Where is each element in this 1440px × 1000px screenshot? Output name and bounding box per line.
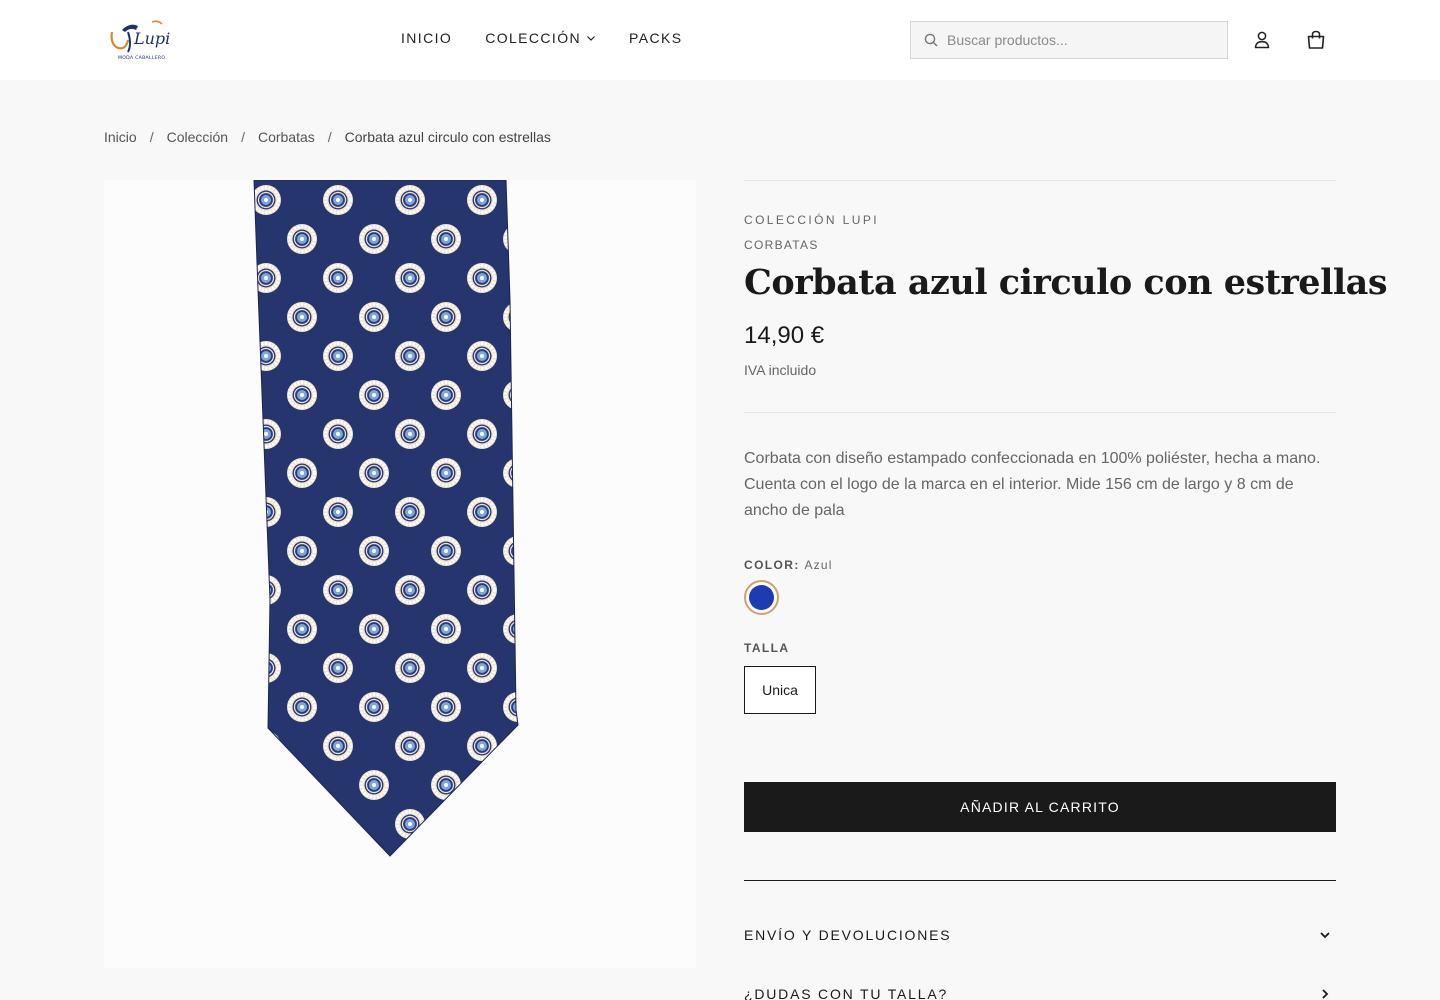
logo-wordmark: Lupi (133, 29, 170, 48)
site-header: Lupi MODA CABALLERO INICIO COLECCIÓN PAC… (0, 0, 1440, 80)
breadcrumb-current: Corbata azul circulo con estrellas (344, 129, 551, 145)
chevron-down-icon (1320, 932, 1330, 939)
product-title: Corbata azul circulo con estrellas (744, 262, 1388, 303)
divider (744, 412, 1336, 413)
accordion-size-help-label: ¿DUDAS CON TU TALLA? (744, 986, 949, 1000)
size-option-unica[interactable]: Unica (744, 666, 816, 714)
product-price: 14,90 € (744, 322, 825, 349)
breadcrumb-separator: / (149, 129, 154, 145)
nav-packs-label: PACKS (629, 30, 683, 46)
nav-inicio[interactable]: INICIO (401, 30, 452, 46)
search-icon[interactable] (923, 32, 939, 48)
size-label: TALLA (744, 641, 790, 655)
nav-coleccion-label: COLECCIÓN (485, 30, 582, 46)
color-label: COLOR: (744, 558, 800, 572)
tax-note: IVA incluido (744, 362, 817, 378)
logo-subtitle: MODA CABALLERO (118, 55, 165, 61)
breadcrumb: Inicio / Colección / Corbatas / Corbata … (104, 129, 551, 145)
breadcrumb-coleccion[interactable]: Colección (167, 129, 228, 145)
color-value: Azul (804, 558, 833, 572)
tie-image (253, 180, 519, 857)
chevron-right-icon (1322, 989, 1329, 999)
color-option-label: COLOR: Azul (744, 558, 833, 572)
main-nav: INICIO COLECCIÓN PACKS (401, 30, 682, 46)
nav-coleccion[interactable]: COLECCIÓN (485, 30, 596, 46)
breadcrumb-separator: / (241, 129, 245, 145)
user-icon[interactable] (1250, 28, 1274, 52)
breadcrumb-inicio[interactable]: Inicio (104, 129, 137, 145)
brand-logo[interactable]: Lupi MODA CABALLERO (108, 18, 170, 62)
nav-packs[interactable]: PACKS (629, 30, 682, 46)
search-box (910, 21, 1228, 59)
search-input[interactable] (947, 32, 1217, 48)
nav-inicio-label: INICIO (401, 30, 453, 46)
divider (744, 880, 1336, 881)
product-description: Corbata con diseño estampado confecciona… (744, 450, 1321, 519)
accordion-shipping[interactable]: ENVÍO Y DEVOLUCIONES (744, 923, 1336, 947)
add-to-cart-button[interactable]: AÑADIR AL CARRITO (744, 782, 1336, 832)
logo-mark: Lupi MODA CABALLERO (110, 20, 170, 61)
breadcrumb-separator: / (327, 129, 332, 145)
color-swatch-azul[interactable] (744, 580, 779, 615)
product-vendor: COLECCIÓN LUPI (744, 213, 879, 227)
divider (744, 180, 1336, 181)
chevron-down-icon (587, 36, 595, 41)
product-image[interactable] (104, 180, 696, 968)
accordion-shipping-label: ENVÍO Y DEVOLUCIONES (744, 927, 952, 943)
swatch-fill (749, 585, 774, 610)
accordion-size-help[interactable]: ¿DUDAS CON TU TALLA? (744, 982, 1336, 1000)
shopping-bag-icon[interactable] (1304, 28, 1328, 52)
product-category: CORBATAS (744, 238, 819, 252)
breadcrumb-corbatas[interactable]: Corbatas (258, 129, 315, 145)
